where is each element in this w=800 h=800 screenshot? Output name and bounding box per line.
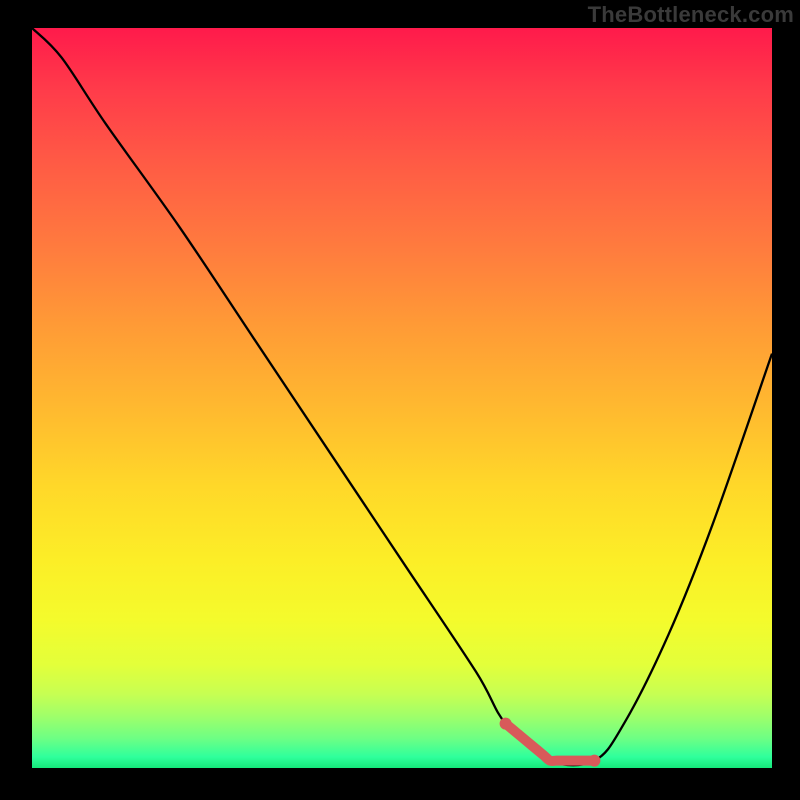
highlight-endpoint-right [588, 755, 600, 767]
highlight-endpoint-left [500, 718, 512, 730]
plot-area [32, 28, 772, 768]
highlight-segment [506, 724, 595, 761]
bottleneck-curve [32, 28, 772, 765]
chart-svg [32, 28, 772, 768]
chart-frame: TheBottleneck.com [0, 0, 800, 800]
watermark-text: TheBottleneck.com [588, 2, 794, 28]
